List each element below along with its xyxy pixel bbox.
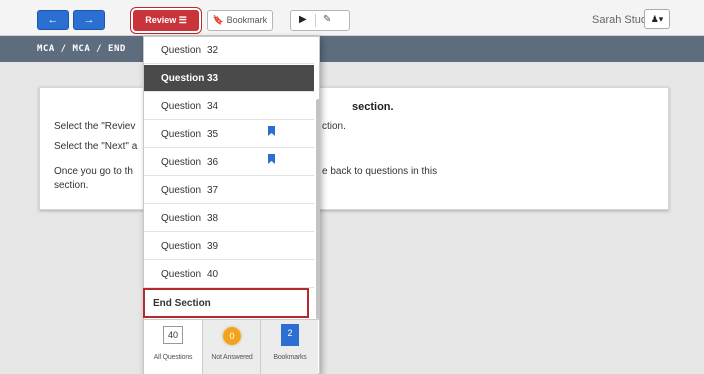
question-item-36[interactable]: Question 36 — [144, 149, 314, 176]
question-item-33[interactable]: Question 33 — [144, 65, 314, 92]
tool-group: ▶ ✎ — [290, 10, 350, 31]
question-label: Question — [161, 101, 202, 112]
arrow-right-icon: → — [83, 14, 95, 26]
not-answered-count: 0 — [221, 325, 243, 347]
review-panel: Question 32 Question 33 Question 34 Ques… — [143, 36, 320, 374]
breadcrumb-bar: MCA / MCA / END — [0, 36, 704, 62]
notepad-icon[interactable]: ✎ — [323, 14, 331, 25]
bookmarks-count: 2 — [281, 324, 299, 346]
bookmark-button[interactable]: 🔖 Bookmark — [207, 10, 273, 31]
tab-all-questions[interactable]: 40 All Questions — [144, 320, 202, 374]
question-item-38[interactable]: Question 38 — [144, 205, 314, 232]
tab-not-answered[interactable]: 0 Not Answered — [202, 320, 260, 374]
question-number: 36 — [207, 157, 219, 168]
question-label: Question — [161, 45, 202, 56]
question-item-39[interactable]: Question 39 — [144, 233, 314, 260]
all-questions-count: 40 — [163, 326, 183, 344]
question-number: 40 — [207, 269, 219, 280]
bookmark-flag-icon — [268, 154, 275, 164]
question-item-32[interactable]: Question 32 — [144, 37, 314, 64]
tab-bookmarks[interactable]: 2 Bookmarks — [260, 320, 318, 374]
instruction-line-1: Select the "Reviev — [54, 121, 136, 132]
review-button[interactable]: Review ☰ — [133, 10, 199, 31]
question-number: 34 — [207, 101, 219, 112]
instruction-line-2: Select the "Next" a — [54, 141, 138, 152]
user-menu-button[interactable]: ♟▾ — [644, 9, 670, 29]
card-title: section. — [352, 101, 394, 113]
breadcrumb: MCA / MCA / END — [37, 44, 126, 54]
instruction-line-3: Once you go to th — [54, 166, 133, 177]
question-label: Question — [161, 129, 202, 140]
question-item-34[interactable]: Question 34 — [144, 93, 314, 120]
instruction-line-4: section. — [54, 180, 89, 191]
question-label: Question — [161, 269, 202, 280]
question-label: Question — [161, 213, 202, 224]
panel-scrollbar[interactable] — [316, 99, 320, 319]
tab-label: Bookmarks — [273, 354, 307, 361]
question-number: 39 — [207, 241, 219, 252]
instructions-card: section. Select the "Reviev ction. Selec… — [39, 87, 669, 210]
instruction-line-3-end: e back to questions in this — [322, 166, 438, 177]
question-number: 37 — [207, 185, 219, 196]
question-number: 38 — [207, 213, 219, 224]
question-number: 35 — [207, 129, 219, 140]
question-label: Question — [161, 241, 202, 252]
instruction-line-1-end: ction. — [322, 121, 346, 132]
question-number: 32 — [207, 45, 219, 56]
question-number: 33 — [207, 73, 219, 84]
pointer-icon[interactable]: ▶ — [299, 14, 307, 25]
question-label: Question — [161, 185, 202, 196]
top-toolbar: ← → Review ☰ 🔖 Bookmark ▶ ✎ Sarah Studen… — [0, 0, 704, 36]
question-item-35[interactable]: Question 35 — [144, 121, 314, 148]
filter-tabs: 40 All Questions 0 Not Answered 2 Bookma… — [144, 319, 319, 374]
tool-divider — [315, 14, 316, 27]
question-label: Question — [161, 73, 205, 84]
bookmark-flag-icon — [268, 126, 275, 136]
previous-button[interactable]: ← — [37, 10, 69, 30]
question-label: Question — [161, 157, 202, 168]
end-section-highlight — [143, 288, 309, 318]
question-item-40[interactable]: Question 40 — [144, 261, 314, 288]
question-item-37[interactable]: Question 37 — [144, 177, 314, 204]
arrow-left-icon: ← — [47, 14, 59, 26]
tab-label: Not Answered — [211, 354, 253, 361]
next-button[interactable]: → — [73, 10, 105, 30]
tab-label: All Questions — [153, 354, 193, 361]
